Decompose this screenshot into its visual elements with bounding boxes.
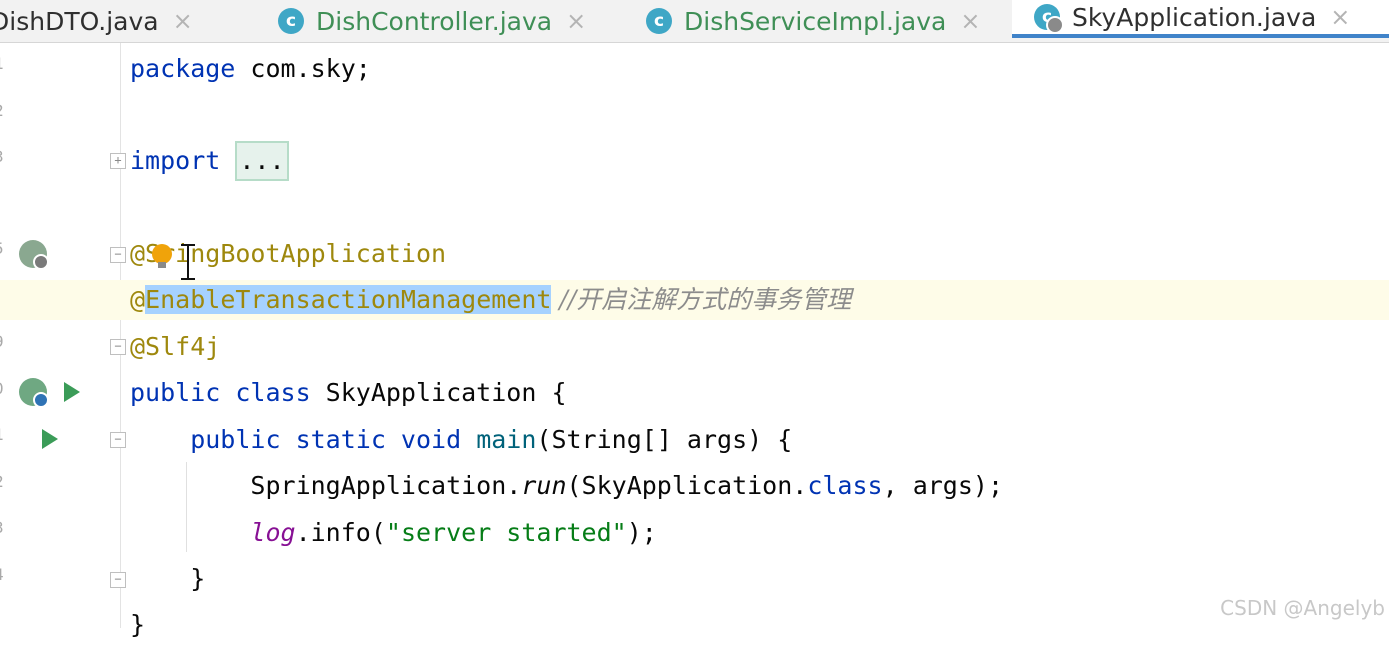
fold-collapse-icon[interactable]: −	[110, 247, 126, 263]
keyword: class	[807, 471, 883, 500]
run-icon[interactable]	[42, 429, 58, 449]
line-number: 4	[0, 565, 6, 584]
fold-collapse-icon[interactable]: −	[110, 572, 126, 588]
run-icon[interactable]	[64, 382, 80, 402]
class-icon: c	[646, 8, 672, 34]
code-line[interactable]: public class SkyApplication {	[130, 373, 1389, 413]
package-name: com.sky;	[235, 54, 371, 83]
code-text: SpringApplication.	[130, 471, 522, 500]
line-number: 2	[0, 101, 6, 120]
line-number: 0	[0, 379, 6, 398]
tab-title: SkyApplication.java	[1072, 2, 1317, 32]
tab-dishdto[interactable]: DishDTO.java ×	[0, 0, 193, 42]
tab-title: DishController.java	[316, 6, 553, 36]
static-method: run	[521, 471, 567, 500]
editor-tab-bar: DishDTO.java × c DishController.java × c…	[0, 0, 1389, 43]
code-line[interactable]: SpringApplication.run(SkyApplication.cla…	[130, 466, 1389, 506]
code-line[interactable]: log.info("server started");	[130, 513, 1389, 553]
code-line[interactable]: package com.sky;	[130, 49, 1389, 89]
code-line-current[interactable]: @EnableTransactionManagement //开启注解方式的事务…	[0, 280, 1389, 320]
keyword: public static void	[130, 425, 477, 454]
fold-collapse-icon[interactable]: −	[110, 432, 126, 448]
line-number: 1	[0, 54, 6, 73]
comment: //开启注解方式的事务管理	[551, 285, 852, 314]
log-field: log	[250, 518, 296, 547]
tab-title: DishServiceImpl.java	[684, 6, 947, 36]
line-number: 3	[0, 147, 6, 166]
annotation: @Slf4j	[130, 332, 221, 361]
method-params: (String[] args) {	[536, 425, 793, 454]
lightbulb-icon[interactable]	[152, 244, 172, 268]
close-icon[interactable]: ×	[960, 7, 980, 35]
code-text: .info(	[295, 518, 386, 547]
line-number: 1	[0, 425, 6, 444]
keyword: public class	[130, 378, 326, 407]
close-icon[interactable]: ×	[173, 7, 193, 35]
tab-dishserviceimpl[interactable]: c DishServiceImpl.java ×	[646, 0, 980, 42]
spring-boot-class-icon: c	[1034, 4, 1064, 34]
tab-dishcontroller[interactable]: c DishController.java ×	[278, 0, 586, 42]
code-editor[interactable]: package com.sky; import ... @SringBootAp…	[0, 43, 1389, 639]
close-icon[interactable]: ×	[566, 7, 586, 35]
code-text: );	[626, 518, 657, 547]
tab-title: DishDTO.java	[0, 6, 159, 36]
code-line[interactable]: @Slf4j	[130, 327, 1389, 367]
method-name: main	[476, 425, 537, 454]
tab-skyapplication[interactable]: c SkyApplication.java ×	[1012, 0, 1389, 38]
folded-imports[interactable]: ...	[235, 141, 289, 181]
code-text: , args);	[882, 471, 1004, 500]
text-cursor-icon	[181, 244, 195, 280]
line-number: 9	[0, 332, 6, 351]
code-line[interactable]: @SringBootApplication	[130, 234, 1389, 274]
annotation: ringBootApplication	[160, 239, 447, 268]
watermark: CSDN @Angelyb	[1220, 596, 1385, 620]
line-number: 3	[0, 518, 6, 537]
class-name: SkyApplication {	[325, 378, 567, 407]
keyword: package	[130, 54, 236, 83]
code-line[interactable]: import ...	[130, 141, 1389, 181]
selected-text[interactable]: EnableTransactionManagement	[145, 285, 552, 314]
spring-bean-icon[interactable]	[19, 378, 49, 408]
brace: }	[130, 564, 206, 593]
fold-expand-icon[interactable]: +	[110, 153, 126, 169]
annotation: @	[130, 285, 146, 314]
string-literal: "server started"	[385, 518, 627, 547]
brace: }	[130, 610, 146, 639]
code-line[interactable]: public static void main(String[] args) {	[130, 420, 1389, 460]
line-number: 5	[0, 239, 6, 258]
editor-gutter[interactable]: 1 2 3 5 6 9 0 1 2 3 4 + − − − −	[0, 43, 126, 628]
line-number: 2	[0, 472, 6, 491]
code-line[interactable]: }	[130, 559, 1389, 599]
close-icon[interactable]: ×	[1330, 3, 1350, 31]
keyword: import	[130, 146, 236, 175]
spring-bean-icon[interactable]	[19, 240, 49, 270]
code-line[interactable]: }	[130, 605, 1389, 645]
code-text: (SkyApplication.	[566, 471, 808, 500]
fold-collapse-icon[interactable]: −	[110, 339, 126, 355]
class-icon: c	[278, 8, 304, 34]
